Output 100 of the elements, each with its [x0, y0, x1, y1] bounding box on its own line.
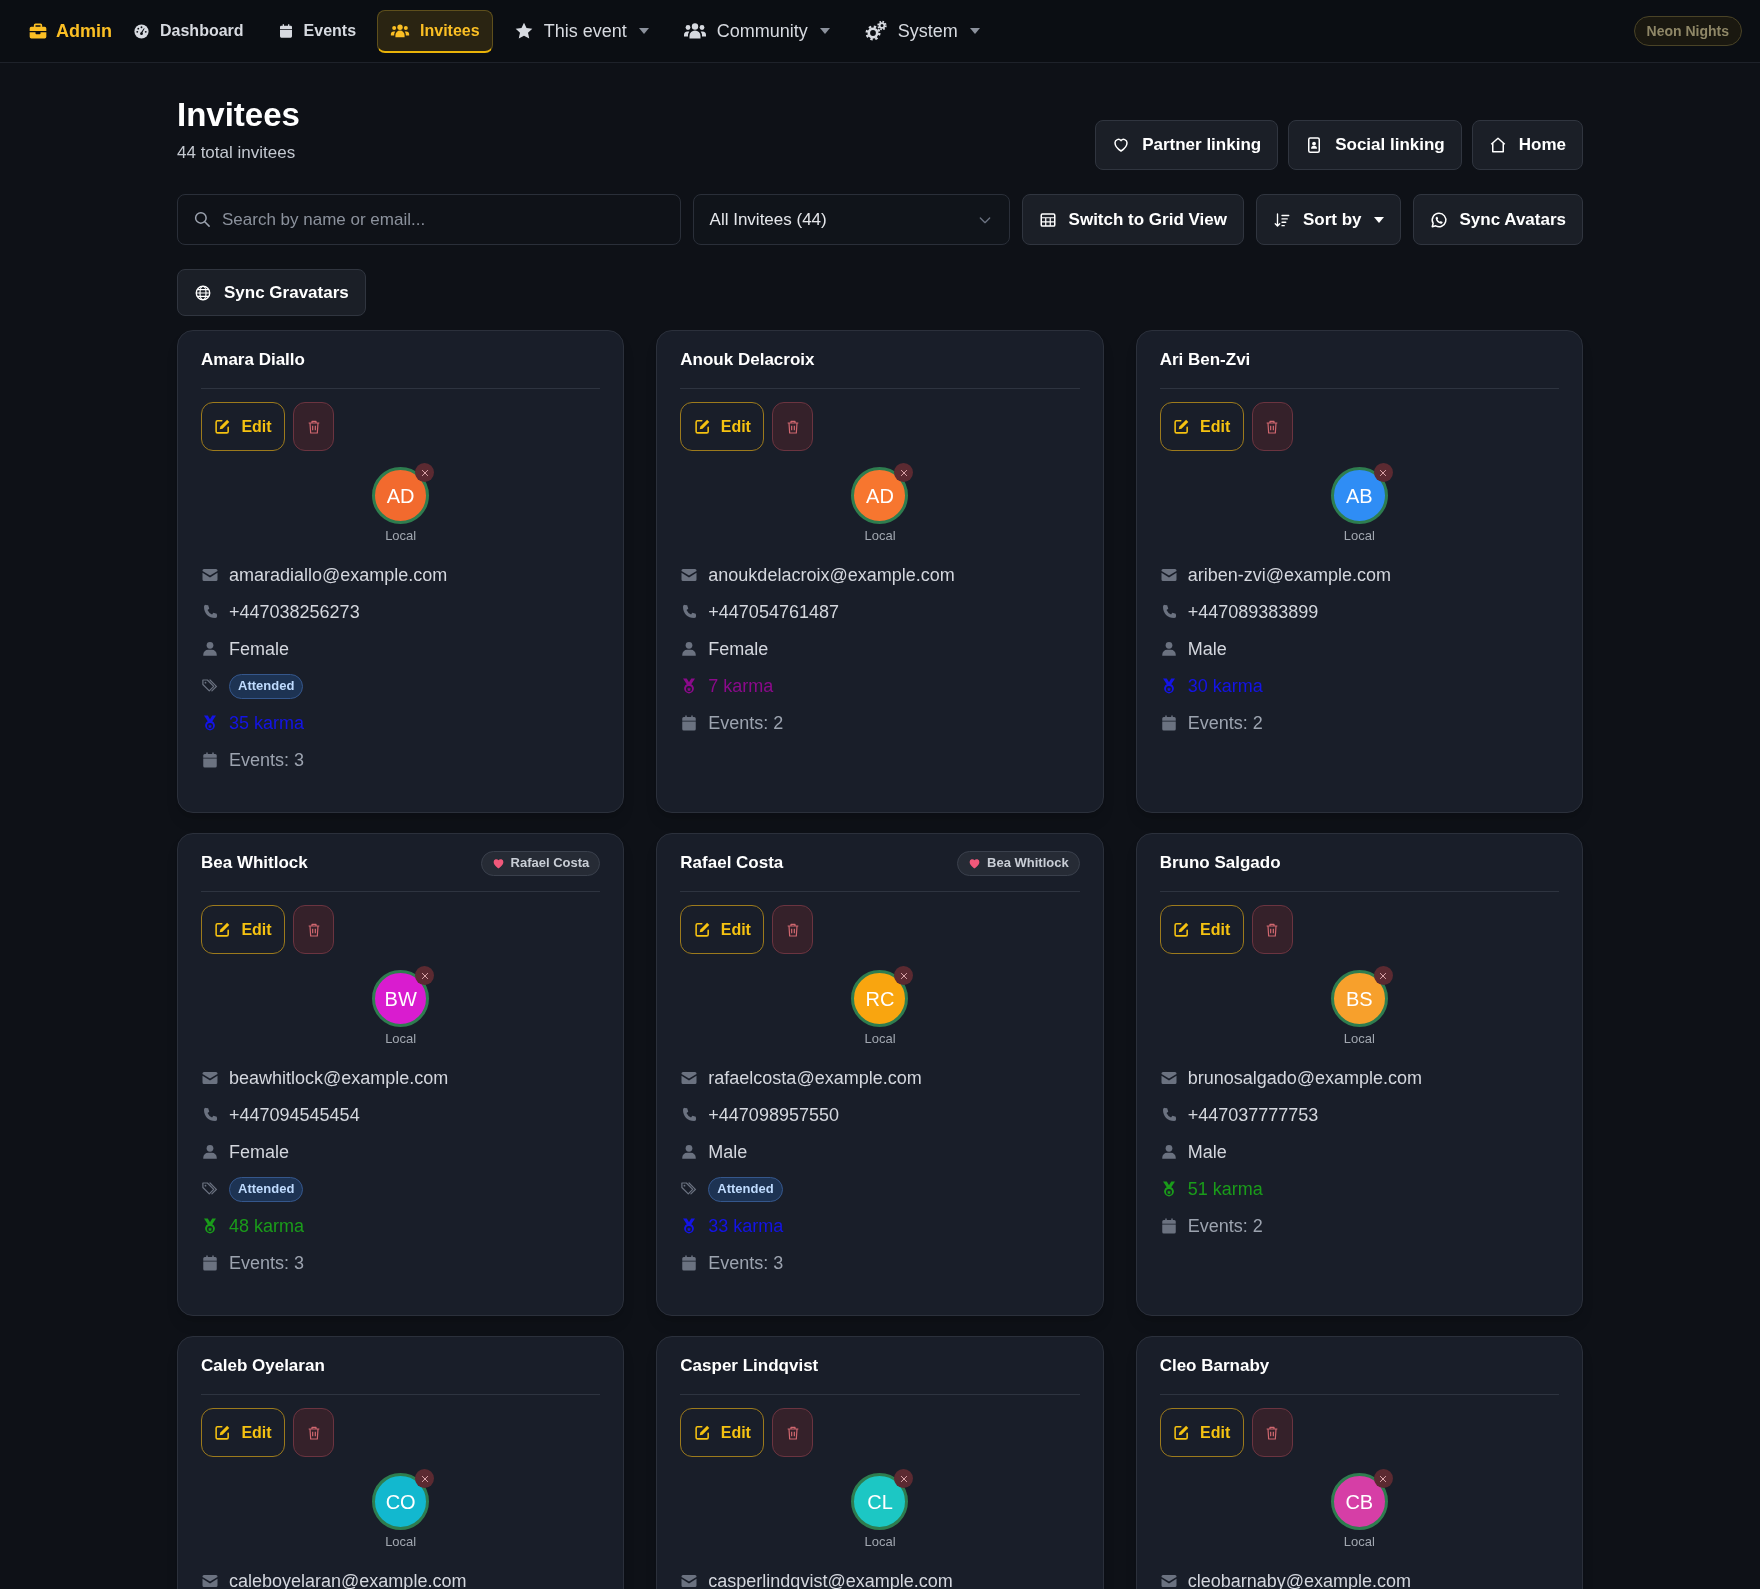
events-count: Events: 3: [229, 1251, 305, 1275]
calendar-icon: [277, 23, 294, 39]
filter-select[interactable]: All Invitees (44): [692, 194, 1010, 245]
delete-button[interactable]: [1251, 905, 1293, 954]
events-count: Events: 2: [708, 711, 784, 735]
events-count: Events: 2: [1187, 711, 1263, 735]
envelope-icon: [1159, 1069, 1178, 1087]
search-icon: [193, 210, 211, 228]
karma-text: 30 karma: [1187, 674, 1263, 698]
user-icon: [680, 1143, 699, 1161]
envelope-icon: [201, 1069, 219, 1087]
close-icon: [900, 1474, 908, 1483]
gender-text: Male: [1187, 1140, 1227, 1164]
phone-icon: [680, 603, 699, 621]
remove-avatar-button[interactable]: [894, 1469, 914, 1488]
grid-view-button[interactable]: Switch to Grid View: [1021, 194, 1244, 245]
phone-text: +447098957550: [708, 1103, 839, 1127]
email-text: brunosalgado@example.com: [1187, 1066, 1423, 1090]
close-icon: [1379, 468, 1388, 477]
karma-text: 33 karma: [708, 1214, 784, 1238]
remove-avatar-button[interactable]: [415, 966, 435, 985]
edit-button[interactable]: Edit: [680, 1408, 765, 1457]
heart-icon: [968, 856, 982, 870]
avatar: AB: [1330, 467, 1388, 524]
phone-text: +447054761487: [708, 600, 839, 624]
remove-avatar-button[interactable]: [1373, 1469, 1393, 1488]
calendar-icon: [1159, 1217, 1178, 1235]
calendar-icon: [680, 1254, 699, 1272]
envelope-icon: [680, 1069, 699, 1087]
phone-text: +447089383899: [1187, 600, 1319, 624]
event-badge: Neon Nights: [1633, 16, 1742, 46]
user-icon: [201, 1143, 219, 1161]
calendar-icon: [680, 714, 699, 732]
nav-link[interactable]: This event: [500, 9, 662, 53]
delete-button[interactable]: [293, 1408, 334, 1457]
search-field[interactable]: Search by name or email...: [177, 194, 681, 245]
brand-link[interactable]: Admin: [28, 17, 112, 45]
home-button[interactable]: Home: [1471, 120, 1583, 170]
edit-icon: [693, 1424, 711, 1441]
remove-avatar-button[interactable]: [1373, 966, 1393, 985]
edit-button[interactable]: Edit: [680, 402, 765, 451]
delete-button[interactable]: [293, 905, 334, 954]
sync-gravatars-button[interactable]: Sync Gravatars: [177, 269, 366, 316]
avatar-source: Local: [864, 1031, 896, 1047]
gender-text: Female: [229, 637, 290, 661]
status-tag: Attended: [229, 673, 304, 699]
edit-button[interactable]: Edit: [1159, 1408, 1244, 1457]
sync-avatars-button[interactable]: Sync Avatars: [1412, 194, 1583, 245]
nav-link[interactable]: Community: [669, 9, 843, 53]
edit-button[interactable]: Edit: [201, 1408, 285, 1457]
page-title: Invitees: [177, 95, 300, 135]
social-linking-button[interactable]: Social linking: [1288, 120, 1462, 170]
avatar-source: Local: [385, 1534, 417, 1550]
remove-avatar-button[interactable]: [894, 966, 914, 985]
karma-text: 7 karma: [708, 674, 774, 698]
avatar: CO: [372, 1473, 430, 1530]
karma-text: 35 karma: [229, 711, 305, 735]
events-count: Events: 2: [1187, 1214, 1263, 1238]
edit-button[interactable]: Edit: [1159, 905, 1244, 954]
edit-button[interactable]: Edit: [680, 905, 765, 954]
email-text: amaradiallo@example.com: [229, 563, 448, 587]
close-icon: [900, 971, 908, 980]
close-icon: [420, 1474, 429, 1483]
remove-avatar-button[interactable]: [415, 1469, 435, 1488]
remove-avatar-button[interactable]: [415, 463, 435, 482]
email-text: rafaelcosta@example.com: [708, 1066, 922, 1090]
delete-button[interactable]: [1251, 402, 1293, 451]
edit-icon: [214, 921, 232, 938]
nav-link[interactable]: Dashboard: [120, 9, 257, 53]
user-icon: [1159, 1143, 1178, 1161]
close-icon: [900, 468, 908, 477]
delete-button[interactable]: [1251, 1408, 1293, 1457]
edit-button[interactable]: Edit: [1159, 402, 1244, 451]
phone-text: +447038256273: [229, 600, 360, 624]
nav-link[interactable]: Invitees: [377, 9, 493, 53]
edit-button[interactable]: Edit: [201, 905, 285, 954]
delete-button[interactable]: [772, 1408, 814, 1457]
user-icon: [680, 640, 699, 658]
edit-icon: [1173, 921, 1191, 938]
events-count: Events: 3: [708, 1251, 784, 1275]
delete-button[interactable]: [772, 402, 814, 451]
envelope-icon: [1159, 566, 1178, 584]
table-icon: [1038, 210, 1057, 229]
nav-link[interactable]: Events: [264, 9, 370, 53]
edit-icon: [693, 921, 711, 938]
edit-icon: [1173, 1424, 1191, 1441]
nav-link[interactable]: System: [850, 9, 993, 53]
gender-text: Female: [708, 637, 769, 661]
delete-button[interactable]: [293, 402, 334, 451]
delete-button[interactable]: [772, 905, 814, 954]
close-icon: [420, 971, 429, 980]
remove-avatar-button[interactable]: [1373, 463, 1393, 482]
sort-button[interactable]: Sort by: [1255, 194, 1401, 245]
partner-linking-button[interactable]: Partner linking: [1095, 120, 1279, 170]
edit-icon: [1173, 418, 1191, 435]
edit-button[interactable]: Edit: [201, 402, 285, 451]
envelope-icon: [1159, 1572, 1178, 1589]
edit-icon: [214, 418, 232, 435]
close-icon: [420, 468, 429, 477]
remove-avatar-button[interactable]: [894, 463, 914, 482]
